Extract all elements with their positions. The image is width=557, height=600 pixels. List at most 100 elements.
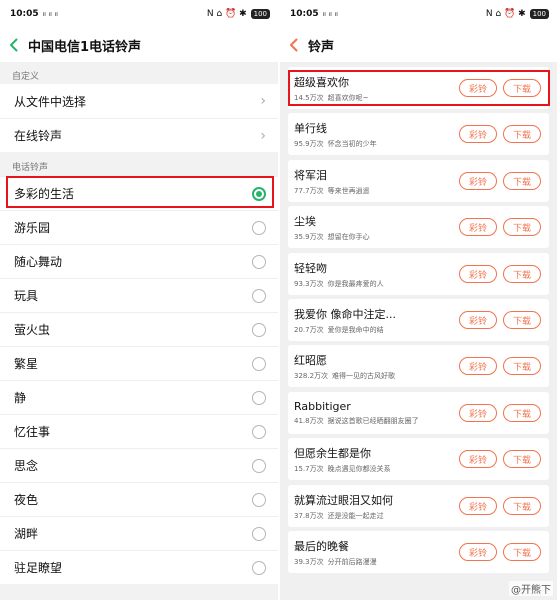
song-description: 分开前后路漫漫 [327,557,377,566]
ringtone-option[interactable]: 萤火虫 [0,312,278,346]
radio-button[interactable] [252,458,266,473]
ringtone-name: 繁星 [14,357,39,371]
radio-button[interactable] [252,288,266,303]
ringtone-option[interactable]: 游乐园 [0,210,278,244]
song-play-count: 77.7万次 [294,186,324,195]
status-icons: N ⌂ ⏰ ✱ [206,9,247,19]
battery-icon: 100 [250,9,270,19]
song-row[interactable]: 超级喜欢你 14.5万次 超喜欢你呢~ 彩铃 下载 [288,67,549,109]
radio-button[interactable] [252,356,266,371]
download-button[interactable]: 下载 [503,357,541,375]
ringtone-name: 忆往事 [14,425,51,439]
song-row[interactable]: 轻轻吻 93.3万次 你是我最疼爱的人 彩铃 下载 [288,253,549,295]
radio-button[interactable] [252,254,266,269]
download-button[interactable]: 下载 [503,125,541,143]
status-bar: 10:05 ᵢₗ ᵢₗ ᵢₗ N ⌂ ⏰ ✱ 100 [0,0,278,28]
song-row[interactable]: 最后的晚餐 39.3万次 分开前后路漫漫 彩铃 下载 [288,531,549,573]
set-colorring-button[interactable]: 彩铃 [459,404,497,422]
back-icon[interactable] [288,38,300,52]
song-play-count: 14.5万次 [294,93,324,102]
battery-icon: 100 [529,9,549,19]
song-title: 但愿余生都是你 [294,446,371,460]
status-time: 10:05 [290,9,319,19]
song-title: Rabbitiger [294,400,351,413]
download-button[interactable]: 下载 [503,311,541,329]
song-row[interactable]: Rabbitiger 41.8万次 据说这首歌已经晒翻朋友圈了 彩铃 下载 [288,392,549,434]
download-button[interactable]: 下载 [503,172,541,190]
ringtone-section-label: 电话铃声 [12,163,49,173]
ringtone-option[interactable]: 夜色 [0,482,278,516]
signal-icon: ᵢₗ ᵢₗ ᵢₗ [322,9,338,19]
ringtone-option[interactable]: 玩具 [0,278,278,312]
set-colorring-button[interactable]: 彩铃 [459,79,497,97]
back-icon[interactable] [8,38,20,52]
ringtone-name: 多彩的生活 [14,187,75,201]
song-description: 爱你是我命中的结 [327,325,384,334]
song-row[interactable]: 但愿余生都是你 15.7万次 晚点遇见你都没关系 彩铃 下载 [288,438,549,480]
radio-button[interactable] [252,560,266,575]
song-title: 轻轻吻 [294,261,327,275]
online-ringtone-row[interactable]: 在线铃声 › [0,118,278,152]
ringtone-option[interactable]: 繁星 [0,346,278,380]
download-button[interactable]: 下载 [503,265,541,283]
song-description: 你是我最疼爱的人 [327,279,384,288]
song-row[interactable]: 将军泪 77.7万次 等来世再逍遥 彩铃 下载 [288,160,549,202]
ringtone-name: 游乐园 [14,221,51,235]
set-colorring-button[interactable]: 彩铃 [459,311,497,329]
ringtone-settings-screen: 10:05 ᵢₗ ᵢₗ ᵢₗ N ⌂ ⏰ ✱ 100 中国电信1电话铃声 自定义… [0,0,278,600]
ringtone-option[interactable]: 驻足瞭望 [0,550,278,584]
song-row[interactable]: 尘埃 35.9万次 想留在你手心 彩铃 下载 [288,206,549,248]
song-title: 就算流过眼泪又如何 [294,493,393,507]
set-colorring-button[interactable]: 彩铃 [459,265,497,283]
song-row[interactable]: 单行线 95.9万次 怀念当初的少年 彩铃 下载 [288,113,549,155]
page-header: 中国电信1电话铃声 [0,28,278,62]
song-play-count: 328.2万次 [294,371,329,380]
ringtone-name: 玩具 [14,289,39,303]
choose-from-file-row[interactable]: 从文件中选择 › [0,84,278,118]
ringtone-option[interactable]: 思念 [0,448,278,482]
status-icons: N ⌂ ⏰ ✱ [485,9,526,19]
radio-button[interactable] [252,492,266,507]
song-play-count: 37.8万次 [294,511,324,520]
song-description: 难得一见的古风好歌 [332,371,396,380]
ringtone-option[interactable]: 静 [0,380,278,414]
ringtone-name: 驻足瞭望 [14,561,63,575]
radio-button[interactable] [252,526,266,541]
ringtone-name: 夜色 [14,493,39,507]
signal-icon: ᵢₗ ᵢₗ ᵢₗ [42,9,58,19]
song-play-count: 35.9万次 [294,232,324,241]
song-row[interactable]: 我爱你 像命中注定... 20.7万次 爱你是我命中的结 彩铃 下载 [288,299,549,341]
set-colorring-button[interactable]: 彩铃 [459,218,497,236]
ringtone-option[interactable]: 随心舞动 [0,244,278,278]
set-colorring-button[interactable]: 彩铃 [459,172,497,190]
ringtone-name: 萤火虫 [14,323,51,337]
chevron-right-icon: › [260,93,266,109]
radio-button[interactable] [252,322,266,337]
radio-button[interactable] [252,220,266,235]
song-row[interactable]: 红昭愿 328.2万次 难得一见的古风好歌 彩铃 下载 [288,345,549,387]
song-play-count: 39.3万次 [294,557,324,566]
set-colorring-button[interactable]: 彩铃 [459,357,497,375]
download-button[interactable]: 下载 [503,450,541,468]
download-button[interactable]: 下载 [503,543,541,561]
radio-button[interactable] [252,424,266,439]
download-button[interactable]: 下载 [503,79,541,97]
song-row[interactable]: 就算流过眼泪又如何 37.8万次 还是没能一起走过 彩铃 下载 [288,485,549,527]
ringtone-option[interactable]: 湖畔 [0,516,278,550]
ringtone-option[interactable]: 忆往事 [0,414,278,448]
online-ringtone-label: 在线铃声 [14,129,63,143]
ringtone-option[interactable]: 多彩的生活 [0,176,278,210]
download-button[interactable]: 下载 [503,218,541,236]
ringtone-name: 静 [14,391,27,405]
radio-button[interactable] [252,186,266,201]
download-button[interactable]: 下载 [503,497,541,515]
radio-button[interactable] [252,390,266,405]
set-colorring-button[interactable]: 彩铃 [459,497,497,515]
set-colorring-button[interactable]: 彩铃 [459,450,497,468]
song-play-count: 41.8万次 [294,417,324,425]
set-colorring-button[interactable]: 彩铃 [459,125,497,143]
song-title: 超级喜欢你 [294,75,349,89]
screenshot-composite: 10:05 ᵢₗ ᵢₗ ᵢₗ N ⌂ ⏰ ✱ 100 中国电信1电话铃声 自定义… [0,0,557,600]
set-colorring-button[interactable]: 彩铃 [459,543,497,561]
download-button[interactable]: 下载 [503,404,541,422]
